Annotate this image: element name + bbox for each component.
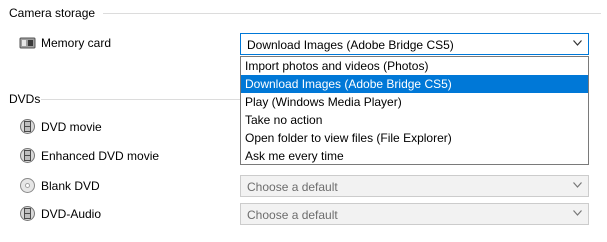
camera-storage-heading: Camera storage <box>9 6 96 20</box>
blank-dvd-select[interactable]: Choose a default <box>240 175 589 197</box>
blank-dvd-label: Blank DVD <box>41 179 100 193</box>
film-disc-icon <box>20 206 35 221</box>
memory-card-select[interactable]: Download Images (Adobe Bridge CS5) <box>240 33 589 55</box>
film-disc-icon <box>20 148 35 163</box>
section-divider <box>41 99 240 100</box>
dropdown-option[interactable]: Open folder to view files (File Explorer… <box>241 129 588 147</box>
enhanced-dvd-movie-label: Enhanced DVD movie <box>41 149 160 163</box>
blank-disc-icon <box>20 178 35 193</box>
dvds-heading: DVDs <box>9 92 41 106</box>
section-divider <box>103 13 601 14</box>
dropdown-option[interactable]: Take no action <box>241 111 588 129</box>
dropdown-option[interactable]: Play (Windows Media Player) <box>241 93 588 111</box>
dropdown-option-highlighted[interactable]: Download Images (Adobe Bridge CS5) <box>241 75 588 93</box>
dvd-movie-label: DVD movie <box>41 120 102 134</box>
blank-dvd-value: Choose a default <box>247 180 338 194</box>
memory-card-selected-value: Download Images (Adobe Bridge CS5) <box>247 38 454 52</box>
dvd-audio-label: DVD-Audio <box>41 207 102 221</box>
chevron-down-icon <box>573 182 582 188</box>
dvd-audio-select[interactable]: Choose a default <box>240 203 589 225</box>
memory-card-dropdown-list[interactable]: Import photos and videos (Photos) Downlo… <box>240 56 589 165</box>
dvd-audio-value: Choose a default <box>247 208 338 222</box>
dropdown-option[interactable]: Import photos and videos (Photos) <box>241 57 588 75</box>
chevron-down-icon <box>573 40 582 46</box>
dropdown-option[interactable]: Ask me every time <box>241 147 588 165</box>
memory-card-label: Memory card <box>41 36 112 50</box>
memory-card-icon <box>19 37 36 49</box>
film-disc-icon <box>20 119 35 134</box>
chevron-down-icon <box>573 210 582 216</box>
